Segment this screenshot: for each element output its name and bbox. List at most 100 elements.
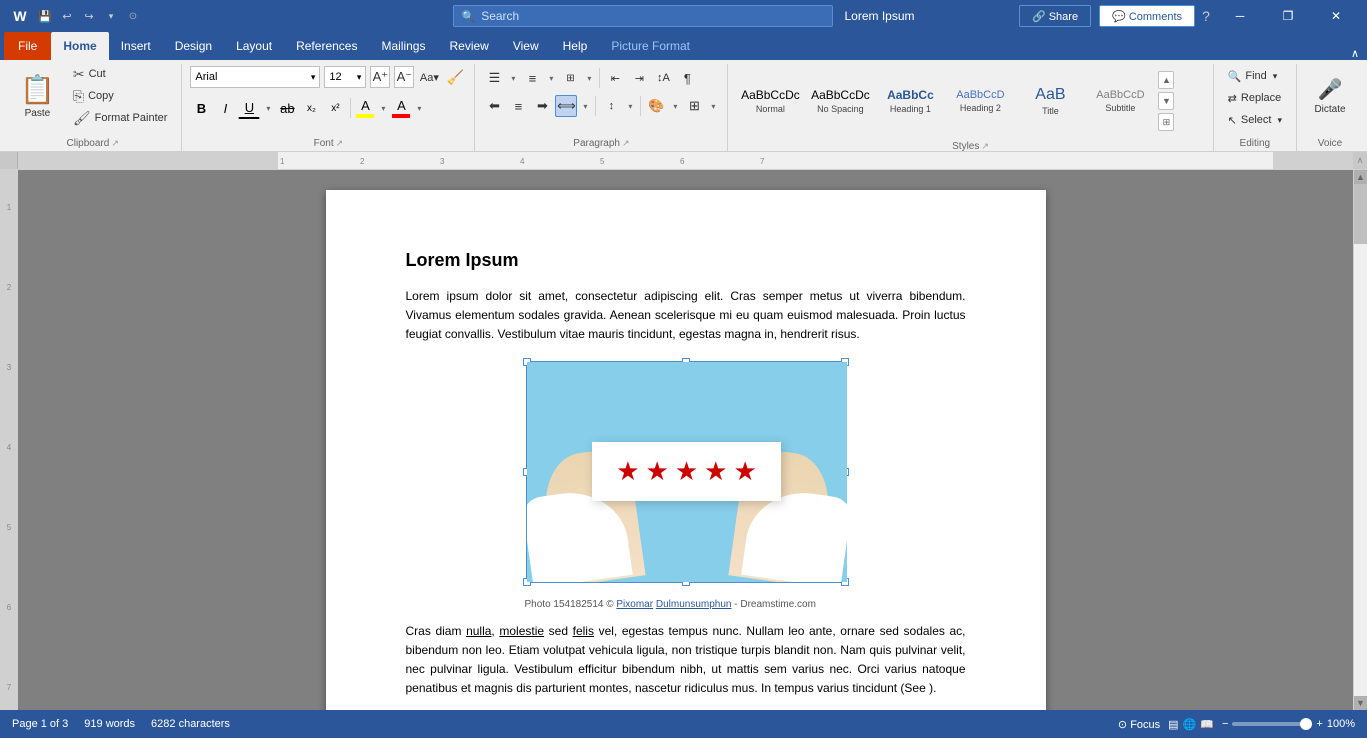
font-expand-icon[interactable]: ↗	[336, 138, 344, 149]
tab-references[interactable]: References	[284, 32, 369, 60]
tab-insert[interactable]: Insert	[109, 32, 163, 60]
restore-button[interactable]: ❐	[1265, 0, 1311, 32]
tab-picture-format[interactable]: Picture Format	[599, 32, 702, 60]
borders-dropdown[interactable]: ▾	[707, 94, 719, 118]
numbering-dropdown[interactable]: ▾	[545, 66, 557, 90]
copy-button[interactable]: ⎘ Copy	[67, 86, 174, 106]
multilevel-button[interactable]: ⊞	[559, 67, 581, 89]
decrease-font-button[interactable]: A⁻	[394, 66, 414, 88]
replace-button[interactable]: ⇄ Replace	[1222, 88, 1288, 108]
scroll-thumb[interactable]	[1354, 184, 1367, 244]
font-family-select[interactable]: Arial ▾	[190, 66, 320, 88]
style-heading2[interactable]: AaBbCcD Heading 2	[946, 71, 1014, 131]
ribbon-collapse-btn[interactable]: ∧	[1343, 47, 1367, 60]
ruler-collapse-button[interactable]: ∧	[1353, 152, 1367, 169]
focus-mode[interactable]: ⊙ Focus	[1118, 718, 1160, 731]
tab-layout[interactable]: Layout	[224, 32, 284, 60]
image-wrapper[interactable]: ★ ★ ★ ★ ★	[525, 361, 847, 610]
zoom-in-button[interactable]: +	[1316, 718, 1322, 730]
italic-button[interactable]: I	[214, 97, 236, 119]
tab-view[interactable]: View	[501, 32, 551, 60]
tab-home[interactable]: Home	[51, 32, 108, 60]
clear-format-button[interactable]: 🧹	[444, 66, 466, 88]
shading-button[interactable]: 🎨	[645, 95, 667, 117]
styles-expand-icon[interactable]: ↗	[981, 141, 989, 152]
borders-button[interactable]: ⊞	[683, 95, 705, 117]
style-no-spacing[interactable]: AaBbCcDc No Spacing	[806, 71, 874, 131]
line-spacing-dropdown[interactable]: ▾	[624, 94, 636, 118]
tab-help[interactable]: Help	[551, 32, 600, 60]
clipboard-expand-icon[interactable]: ↗	[111, 138, 119, 149]
share-button[interactable]: 🔗 Share	[1019, 5, 1091, 27]
bullets-dropdown[interactable]: ▾	[507, 66, 519, 90]
zoom-thumb[interactable]	[1300, 718, 1312, 730]
line-spacing-button[interactable]: ↕	[600, 95, 622, 117]
minimize-button[interactable]: ─	[1217, 0, 1263, 32]
numbering-button[interactable]: ≡	[521, 67, 543, 89]
paragraph-expand-icon[interactable]: ↗	[622, 138, 630, 149]
zoom-slider[interactable]	[1232, 722, 1312, 726]
paragraph-group-label: Paragraph ↗	[483, 135, 719, 151]
tab-file[interactable]: File	[4, 32, 51, 60]
help-icon[interactable]: ?	[1197, 7, 1215, 25]
style-normal[interactable]: AaBbCcDc Normal	[736, 71, 804, 131]
styles-scroll-up[interactable]: ▲	[1158, 71, 1174, 89]
align-dropdown[interactable]: ▾	[579, 94, 591, 118]
zoom-out-button[interactable]: −	[1222, 718, 1228, 730]
format-painter-button[interactable]: 🖌 Format Painter	[67, 108, 174, 128]
strikethrough-button[interactable]: ab	[276, 97, 298, 119]
caption-link-2[interactable]: Dulmunsumphun	[656, 599, 732, 610]
print-layout-icon[interactable]: ▤	[1168, 718, 1178, 731]
save-icon[interactable]: 💾	[36, 7, 54, 25]
close-button[interactable]: ✕	[1313, 0, 1359, 32]
style-heading1[interactable]: AaBbCc Heading 1	[876, 71, 944, 131]
styles-scroll-down[interactable]: ▼	[1158, 92, 1174, 110]
underline-dropdown[interactable]: ▾	[262, 96, 274, 120]
align-right-button[interactable]: ➡	[531, 95, 553, 117]
web-layout-icon[interactable]: 🌐	[1183, 718, 1197, 731]
vertical-scrollbar[interactable]: ▲ ▼	[1353, 170, 1367, 710]
select-button[interactable]: ↖ Select ▾	[1222, 110, 1288, 130]
styles-expand[interactable]: ⊞	[1158, 113, 1174, 131]
bullets-button[interactable]: ☰	[483, 67, 505, 89]
highlight-dropdown[interactable]: ▾	[377, 96, 389, 120]
cut-button[interactable]: ✂ Cut	[67, 64, 174, 84]
decrease-indent-button[interactable]: ⇤	[604, 67, 626, 89]
font-color-button[interactable]: A	[391, 97, 411, 119]
caption-link-1[interactable]: Pixomar	[616, 599, 653, 610]
tab-design[interactable]: Design	[163, 32, 224, 60]
increase-font-button[interactable]: A⁺	[370, 66, 390, 88]
scroll-down-arrow[interactable]: ▼	[1354, 696, 1367, 710]
customize-icon[interactable]: ▾	[102, 7, 120, 25]
comments-button[interactable]: 💬 Comments	[1099, 5, 1195, 27]
underline-button[interactable]: U	[238, 97, 260, 119]
redo-icon[interactable]: ↪	[80, 7, 98, 25]
undo-icon[interactable]: ↩	[58, 7, 76, 25]
superscript-button[interactable]: x²	[324, 97, 346, 119]
increase-indent-button[interactable]: ⇥	[628, 67, 650, 89]
find-button[interactable]: 🔍 Find ▾	[1222, 66, 1284, 86]
scroll-up-arrow[interactable]: ▲	[1354, 170, 1367, 184]
tab-mailings[interactable]: Mailings	[369, 32, 437, 60]
show-formatting-button[interactable]: ¶	[676, 67, 698, 89]
style-title[interactable]: AaB Title	[1016, 71, 1084, 131]
font-size-select[interactable]: 12 ▾	[324, 66, 366, 88]
font-color-dropdown[interactable]: ▾	[413, 96, 425, 120]
dictate-button[interactable]: 🎤 Dictate	[1305, 66, 1355, 126]
bold-button[interactable]: B	[190, 97, 212, 119]
shading-dropdown[interactable]: ▾	[669, 94, 681, 118]
paste-button[interactable]: 📋 Paste	[12, 66, 63, 126]
align-left-button[interactable]: ⬅	[483, 95, 505, 117]
align-center-button[interactable]: ≡	[507, 95, 529, 117]
font-case-button[interactable]: Aa▾	[418, 66, 440, 88]
style-subtitle[interactable]: AaBbCcD Subtitle	[1086, 71, 1154, 131]
tab-review[interactable]: Review	[437, 32, 500, 60]
subscript-button[interactable]: x₂	[300, 97, 322, 119]
multilevel-dropdown[interactable]: ▾	[583, 66, 595, 90]
text-highlight-button[interactable]: A	[355, 97, 375, 119]
align-justify-button[interactable]: ⟺	[555, 95, 577, 117]
sort-button[interactable]: ↕A	[652, 67, 674, 89]
read-mode-icon[interactable]: 📖	[1200, 718, 1214, 731]
document-area[interactable]: Lorem Ipsum Lorem ipsum dolor sit amet, …	[18, 170, 1353, 710]
search-bar[interactable]: 🔍 Search	[452, 5, 832, 27]
